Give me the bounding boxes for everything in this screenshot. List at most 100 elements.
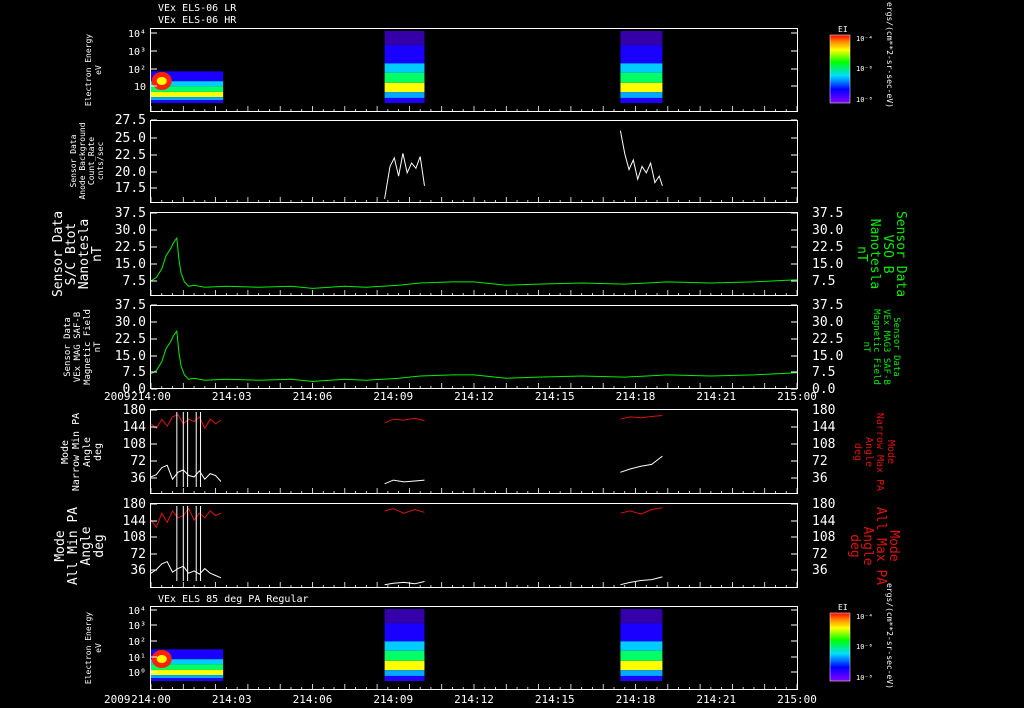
ylabel-line: deg bbox=[92, 534, 107, 557]
ytick-label: 180 bbox=[123, 403, 146, 418]
colorbar-bottom: EI 10⁻⁴ 10⁻⁶ 10⁻⁸ ergs/(cm**2-sr-sec-eV) bbox=[829, 583, 894, 689]
ytick-label: 7.5 bbox=[123, 365, 146, 380]
spectrogram-band bbox=[384, 82, 425, 93]
colorbar-tick: 10⁻⁸ bbox=[856, 96, 873, 104]
ylabel-electron-energy-top: Electron Energy eV bbox=[84, 34, 103, 106]
series-line bbox=[619, 130, 663, 186]
ytick-label: 15.0 bbox=[115, 257, 146, 272]
ylabel-all-pa: Mode All Min PA Angle deg bbox=[53, 507, 107, 585]
time-tick-label: 214:21 bbox=[696, 693, 736, 706]
ytick-label: 10² bbox=[128, 65, 146, 76]
time-tick-label: 214:09 bbox=[373, 390, 413, 403]
spectrogram-band bbox=[384, 92, 425, 98]
rtick-label: 37.5 bbox=[812, 206, 843, 221]
colorbar-units: ergs/(cm**2-sr-sec-eV) bbox=[885, 2, 894, 108]
spectrogram-band bbox=[151, 675, 224, 679]
time-tick-label: 215:00 bbox=[777, 390, 817, 403]
time-tick-label: 214:00 bbox=[131, 390, 171, 403]
colorbar-tick: 10⁻⁴ bbox=[856, 613, 873, 621]
rlabel-line: VEx MAG3 SAF-B bbox=[881, 309, 891, 385]
ylabel-line: deg bbox=[93, 443, 104, 461]
ylabel-line: nT bbox=[90, 246, 105, 262]
ylabel-line: cnts/sec bbox=[96, 142, 105, 181]
time-tick-label: 214:03 bbox=[212, 390, 252, 403]
ytick-label: 30.0 bbox=[115, 223, 146, 238]
time-tick-label: 214:15 bbox=[535, 390, 575, 403]
spectrogram-band bbox=[620, 92, 663, 98]
ytick-label: 10⁴ bbox=[128, 606, 146, 617]
colorbar-tick: 10⁻⁸ bbox=[856, 674, 873, 682]
colorbar-title: EI bbox=[838, 25, 848, 34]
spectrogram-band bbox=[620, 660, 663, 671]
series-line bbox=[150, 560, 222, 579]
rlabel-line: nT bbox=[854, 246, 869, 262]
ytick-label: 20.0 bbox=[115, 165, 146, 180]
rlabel-line: Angle bbox=[863, 437, 874, 467]
spectrogram-top bbox=[151, 31, 663, 103]
rtick-label: 36 bbox=[812, 563, 828, 578]
spectrogram-band bbox=[620, 45, 663, 64]
colorbar-tick: 10⁻⁶ bbox=[856, 643, 873, 651]
rtick-label: 36 bbox=[812, 471, 828, 486]
ylabel-line: Sensor Data bbox=[63, 317, 73, 377]
ytick-label: 22.5 bbox=[115, 240, 146, 255]
spectrogram-band bbox=[384, 670, 425, 676]
rlabel-line: Magnetic Field bbox=[871, 309, 881, 385]
ytick-label: 36 bbox=[130, 563, 146, 578]
rtick-label: 30.0 bbox=[812, 315, 843, 330]
ytick-label: 10¹ bbox=[128, 653, 146, 664]
rtick-label: 22.5 bbox=[812, 332, 843, 347]
spectrogram-band bbox=[151, 91, 224, 98]
rtick-label: 7.5 bbox=[812, 274, 835, 289]
spectrogram-band bbox=[384, 623, 425, 642]
spectrogram-band bbox=[620, 650, 663, 661]
spectrogram-hotspot bbox=[156, 77, 167, 85]
colorbar-tick: 10⁻⁴ bbox=[856, 35, 873, 43]
spectrogram-band bbox=[620, 675, 663, 681]
ytick-label: 15.0 bbox=[115, 349, 146, 364]
spectrogram-band bbox=[620, 609, 663, 624]
spectrogram-band bbox=[384, 31, 425, 46]
spectrogram-band bbox=[620, 82, 663, 93]
time-tick-label: 214:00 bbox=[131, 693, 171, 706]
spectrogram-band bbox=[384, 675, 425, 681]
time-tick-label: 214:21 bbox=[696, 390, 736, 403]
ylabel-line: Electron Energy bbox=[84, 612, 93, 684]
time-tick-label: 214:06 bbox=[293, 693, 333, 706]
year-label: 2009 bbox=[104, 693, 131, 706]
time-tick-label: 214:15 bbox=[535, 693, 575, 706]
ytick-label: 180 bbox=[123, 497, 146, 512]
series-line bbox=[150, 329, 798, 382]
rlabel-line: nT bbox=[861, 342, 871, 353]
ytick-label: 108 bbox=[123, 530, 146, 545]
spectrogram-band bbox=[620, 72, 663, 83]
spectrogram-band bbox=[384, 650, 425, 661]
series-line bbox=[150, 413, 222, 430]
ytick-label: 25.0 bbox=[115, 131, 146, 146]
colorbar-top: EI 10⁻⁴ 10⁻⁶ 10⁻⁸ ergs/(cm**2-sr-sec-eV) bbox=[829, 2, 894, 108]
series-line bbox=[620, 415, 663, 420]
rtick-label: 37.5 bbox=[812, 298, 843, 313]
ylabel-narrow-pa: Mode Narrow Min PA Angle deg bbox=[60, 413, 104, 491]
rtick-label: 7.5 bbox=[812, 365, 835, 380]
ylabel-line: nT bbox=[93, 341, 103, 352]
rtick-label: 30.0 bbox=[812, 223, 843, 238]
colorbar-tick: 10⁻⁶ bbox=[856, 65, 873, 73]
spectrogram-band bbox=[620, 623, 663, 642]
ylabel-sc-btot: Sensor Data S/C Btot Nanotesla nT bbox=[51, 211, 105, 297]
rtick-label: 180 bbox=[812, 403, 835, 418]
ylabel-line: VEx MAG SAF-B bbox=[73, 312, 83, 382]
ytick-label: 72 bbox=[130, 454, 146, 469]
spectrogram-band bbox=[384, 45, 425, 64]
rlabel-vso-b: Sensor Data VSO B Nanotesla nT bbox=[854, 211, 908, 297]
series-line bbox=[384, 153, 425, 199]
time-tick-label: 214:12 bbox=[454, 390, 494, 403]
rtick-label: 15.0 bbox=[812, 257, 843, 272]
series-line bbox=[150, 464, 222, 482]
rtick-label: 15.0 bbox=[812, 349, 843, 364]
spectrogram-band bbox=[384, 72, 425, 83]
series-line bbox=[384, 479, 425, 485]
spectrogram-band bbox=[151, 678, 224, 681]
ytick-label: 72 bbox=[130, 547, 146, 562]
rtick-label: 22.5 bbox=[812, 240, 843, 255]
